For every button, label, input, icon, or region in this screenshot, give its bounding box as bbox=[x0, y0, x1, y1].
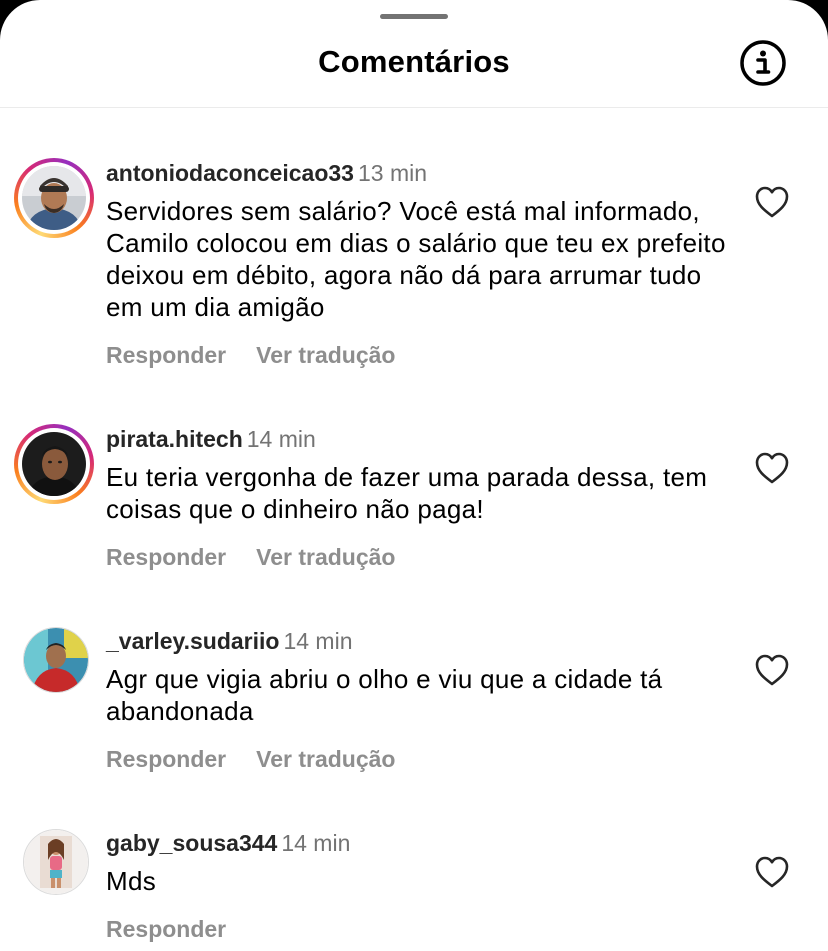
heart-icon[interactable] bbox=[754, 653, 790, 687]
avatar-image bbox=[24, 830, 88, 894]
reply-button[interactable]: Responder bbox=[106, 916, 226, 942]
avatar[interactable] bbox=[23, 829, 89, 895]
heart-icon[interactable] bbox=[754, 185, 790, 219]
see-translation-button[interactable]: Ver tradução bbox=[256, 746, 395, 772]
comment-time: 14 min bbox=[281, 830, 351, 856]
reply-button[interactable]: Responder bbox=[106, 342, 226, 368]
avatar bbox=[22, 166, 86, 230]
comment-username[interactable]: pirata.hitech bbox=[106, 426, 243, 452]
comment-username[interactable]: _varley.sudariio bbox=[106, 628, 279, 654]
heart-icon[interactable] bbox=[754, 855, 790, 889]
comments-sheet: Comentários antoniodaconceicao33 13 min S… bbox=[0, 0, 828, 951]
avatar-image bbox=[24, 628, 88, 692]
comment-time: 14 min bbox=[283, 628, 353, 654]
reply-button[interactable]: Responder bbox=[106, 746, 226, 772]
comment-text: Mds bbox=[106, 866, 157, 896]
info-circle-icon[interactable] bbox=[739, 39, 787, 87]
avatar[interactable] bbox=[23, 627, 89, 693]
comment-text: Servidores sem salário? Você está mal in… bbox=[106, 196, 726, 322]
comment-text: Agr que vigia abriu o olho e viu que a c… bbox=[106, 664, 663, 726]
heart-icon[interactable] bbox=[754, 451, 790, 485]
comment-username[interactable]: gaby_sousa344 bbox=[106, 830, 277, 856]
see-translation-button[interactable]: Ver tradução bbox=[256, 544, 395, 570]
reply-button[interactable]: Responder bbox=[106, 544, 226, 570]
comment-username[interactable]: antoniodaconceicao33 bbox=[106, 160, 354, 186]
avatar-story-ring[interactable] bbox=[14, 158, 94, 238]
see-translation-button[interactable]: Ver tradução bbox=[256, 342, 395, 368]
comments-header: Comentários bbox=[0, 0, 828, 108]
comment-text: Eu teria vergonha de fazer uma parada de… bbox=[106, 462, 708, 524]
comment-time: 14 min bbox=[246, 426, 316, 452]
avatar bbox=[22, 432, 86, 496]
comment-time: 13 min bbox=[357, 160, 428, 186]
page-title: Comentários bbox=[318, 44, 510, 79]
avatar-story-ring[interactable] bbox=[14, 424, 94, 504]
